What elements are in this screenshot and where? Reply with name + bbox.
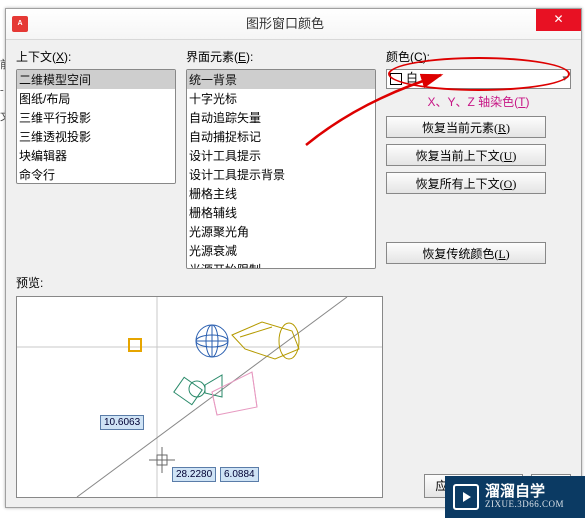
tint-xyz-label: X、Y、Z 轴染色(T)	[386, 95, 571, 111]
coord-z: 6.0884	[220, 467, 259, 482]
restore-current-element-button[interactable]: 恢复当前元素(R)	[386, 116, 546, 138]
element-item[interactable]: 栅格主线	[187, 184, 375, 203]
context-item[interactable]: 二维模型空间	[17, 70, 175, 89]
color-swatch-icon	[390, 73, 402, 85]
watermark-title: 溜溜自学	[485, 484, 564, 501]
element-item[interactable]: 自动追踪矢量	[187, 108, 375, 127]
context-item[interactable]: 命令行	[17, 165, 175, 184]
preview-label: 预览:	[16, 276, 571, 292]
app-icon: A	[12, 16, 28, 32]
element-item[interactable]: 光源开始限制	[187, 260, 375, 269]
window-title: 图形窗口颜色	[34, 16, 536, 33]
color-label: 颜色(C):	[386, 50, 571, 66]
element-item[interactable]: 设计工具提示背景	[187, 165, 375, 184]
element-item[interactable]: 栅格辅线	[187, 203, 375, 222]
color-name: 白	[406, 71, 418, 87]
element-item[interactable]: 光源衰减	[187, 241, 375, 260]
element-item[interactable]: 光源聚光角	[187, 222, 375, 241]
watermark: 溜溜自学 ZIXUE.3D66.COM	[445, 476, 585, 518]
restore-current-context-button[interactable]: 恢复当前上下文(U)	[386, 144, 546, 166]
element-item[interactable]: 自动捕捉标记	[187, 127, 375, 146]
elements-listbox[interactable]: 统一背景 十字光标 自动追踪矢量 自动捕捉标记 设计工具提示 设计工具提示背景 …	[186, 69, 376, 269]
context-label: 上下文(X):	[16, 50, 176, 66]
close-button[interactable]: ✕	[536, 9, 581, 31]
context-item[interactable]: 三维透视投影	[17, 127, 175, 146]
watermark-url: ZIXUE.3D66.COM	[485, 500, 564, 510]
play-icon	[453, 484, 479, 510]
chevron-down-icon: ▾	[562, 73, 567, 85]
element-item[interactable]: 十字光标	[187, 89, 375, 108]
titlebar[interactable]: A 图形窗口颜色 ✕	[6, 9, 581, 40]
element-item[interactable]: 统一背景	[187, 70, 375, 89]
color-dropdown[interactable]: 白 ▾	[386, 69, 571, 89]
restore-classic-button[interactable]: 恢复传统颜色(L)	[386, 242, 546, 264]
coord-x: 28.2280	[172, 467, 216, 482]
dialog-window: A 图形窗口颜色 ✕ 上下文(X): 二维模型空间 图纸/布局 三维平行投影 三…	[5, 8, 582, 508]
preview-area: 10.6063 28.2280 6.0884	[16, 296, 383, 498]
element-item[interactable]: 设计工具提示	[187, 146, 375, 165]
restore-all-contexts-button[interactable]: 恢复所有上下文(O)	[386, 172, 546, 194]
context-item[interactable]: 块编辑器	[17, 146, 175, 165]
context-listbox[interactable]: 二维模型空间 图纸/布局 三维平行投影 三维透视投影 块编辑器 命令行 打印预览	[16, 69, 176, 184]
coord-y: 10.6063	[100, 415, 144, 430]
context-item[interactable]: 三维平行投影	[17, 108, 175, 127]
context-item[interactable]: 图纸/布局	[17, 89, 175, 108]
elements-label: 界面元素(E):	[186, 50, 376, 66]
